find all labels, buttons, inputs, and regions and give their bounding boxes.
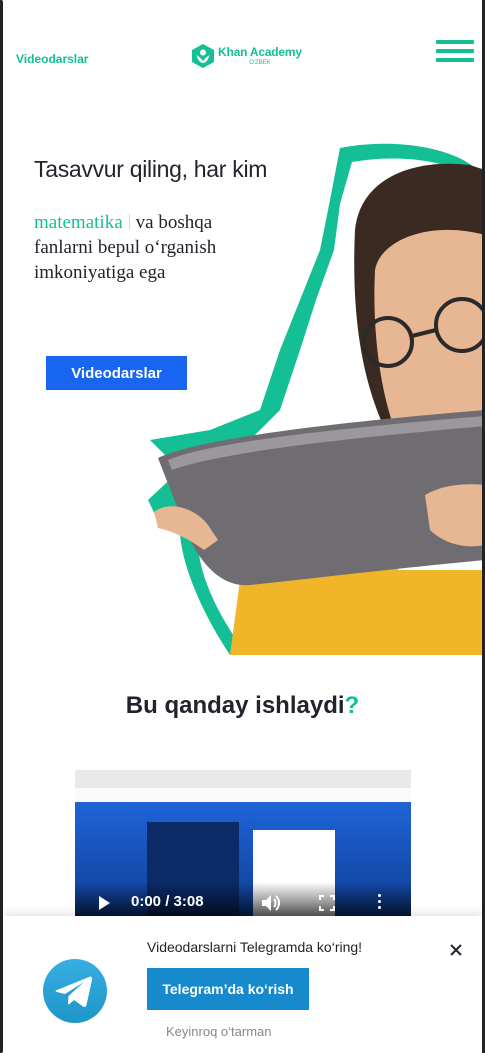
hero-highlight-word: matematika (34, 212, 123, 233)
hero-description: matematika va boshqa fanlarni bepul o‘rga… (34, 210, 264, 285)
logo-name: Khan Academy (218, 45, 302, 59)
page: Videodarslar Khan Academy O'ZBEK Tasavvu… (0, 0, 485, 1053)
khan-academy-logo[interactable]: Khan Academy O'ZBEK (192, 44, 302, 68)
how-it-works-question-mark: ? (344, 692, 360, 719)
khan-academy-hexagon-icon (192, 44, 214, 68)
video-controls-bar (75, 882, 411, 920)
play-icon[interactable] (99, 896, 110, 910)
later-link[interactable]: Keyinroq o‘tarman (166, 1024, 272, 1039)
hero-videodarslar-button[interactable]: Videodarslar (46, 356, 187, 390)
nav-videodarslar-link[interactable]: Videodarslar (16, 52, 88, 66)
telegram-popup-message: Videodarslarni Telegramda ko‘ring! (147, 939, 363, 955)
hamburger-menu-icon[interactable] (436, 40, 474, 62)
video-player[interactable]: 0:00 / 3:08 (75, 770, 411, 920)
fullscreen-icon[interactable] (319, 895, 335, 911)
volume-icon[interactable] (261, 894, 281, 912)
video-browser-chrome (75, 770, 411, 789)
logo-subtitle: O'ZBEK (249, 60, 271, 66)
video-time: 0:00 / 3:08 (131, 893, 204, 910)
frame-border-left (0, 0, 3, 1053)
video-site-header (75, 788, 411, 803)
typing-cursor (128, 214, 130, 230)
hero-title: Tasavvur qiling, har kim (34, 156, 268, 182)
telegram-icon (43, 959, 107, 1023)
how-it-works-title: Bu qanday ishlaydi? (0, 692, 485, 720)
telegram-view-button[interactable]: Telegram’da ko‘rish (147, 968, 309, 1010)
more-options-icon[interactable] (377, 894, 383, 912)
how-it-works-title-text: Bu qanday ishlaydi (125, 692, 345, 719)
telegram-popup: Videodarslarni Telegramda ko‘ring! Teleg… (3, 916, 482, 1053)
close-icon[interactable] (448, 942, 464, 958)
